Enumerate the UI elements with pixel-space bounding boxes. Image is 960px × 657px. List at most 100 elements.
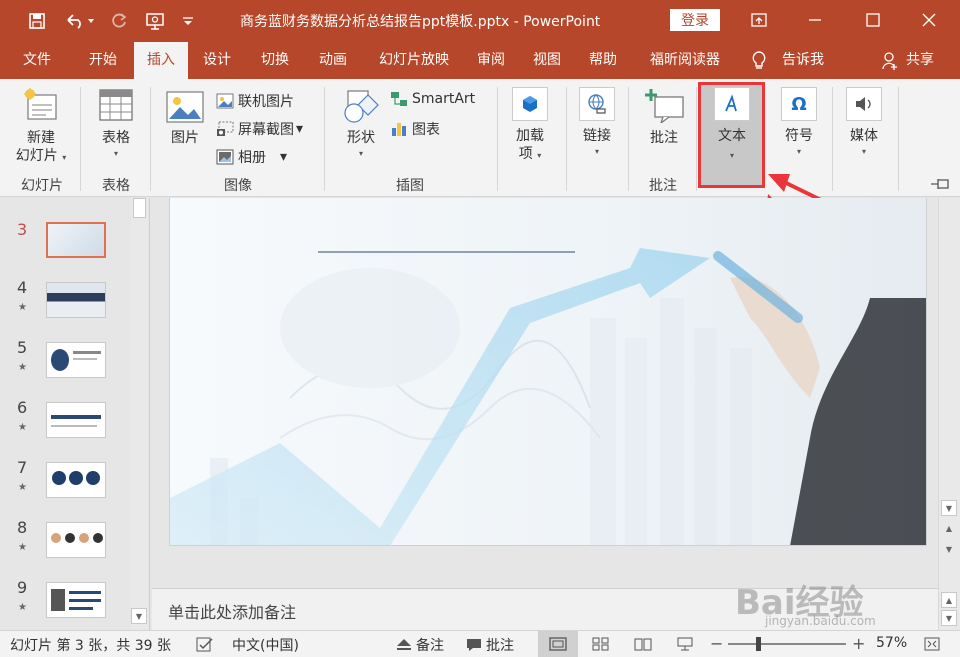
online-picture-button[interactable]: 联机图片 (216, 91, 294, 111)
language-indicator[interactable]: 中文(中国) (232, 635, 299, 655)
login-button[interactable]: 登录 (670, 9, 720, 31)
text-label: 文本 (718, 128, 746, 144)
smartart-button[interactable]: SmartArt (390, 91, 475, 107)
star-icon: ★ (18, 362, 27, 373)
undo-icon[interactable] (62, 9, 98, 33)
zoom-out-icon[interactable]: − (710, 634, 723, 653)
link-label: 链接 (583, 128, 611, 144)
thumbnail-slide-3[interactable]: 3 (8, 220, 148, 264)
star-icon: ★ (18, 602, 27, 613)
table-button[interactable]: 表格 ▾ (90, 89, 142, 159)
album-icon (216, 149, 234, 165)
comment-bubble-icon (467, 639, 481, 651)
close-icon[interactable] (914, 6, 944, 34)
maximize-icon[interactable] (858, 6, 888, 34)
slide-sorter-icon[interactable] (592, 637, 610, 651)
tab-foxit-reader[interactable]: 福昕阅读器 (636, 42, 734, 79)
text-button[interactable]: 文本 ▾ (706, 87, 758, 161)
media-button[interactable]: 媒体 ▾ (840, 87, 888, 157)
notes-scroll-up-icon[interactable]: ▲ (941, 592, 957, 608)
redo-icon[interactable] (108, 9, 130, 33)
group-tables-label: 表格 (102, 178, 130, 194)
tab-view[interactable]: 视图 (524, 42, 570, 79)
screenshot-icon (217, 121, 234, 136)
tab-help[interactable]: 帮助 (580, 42, 626, 79)
link-button[interactable]: 链接 ▾ (574, 87, 620, 157)
group-illustrations-label: 插图 (396, 178, 424, 194)
symbol-button[interactable]: Ω 符号 ▾ (776, 87, 822, 157)
group-slides-label: 幻灯片 (21, 178, 63, 194)
tab-animations[interactable]: 动画 (306, 42, 360, 79)
speaker-icon (856, 97, 871, 111)
pin-ribbon-icon[interactable] (930, 177, 952, 195)
normal-view-icon[interactable] (538, 631, 578, 657)
tab-insert[interactable]: 插入 (134, 42, 188, 80)
previous-slide-icon[interactable]: ▲ (941, 520, 957, 536)
comment-button[interactable]: 批注 (636, 87, 692, 147)
picture-button[interactable]: 图片 (160, 91, 210, 147)
minimize-icon[interactable] (800, 6, 830, 34)
thumbnail-slide-8[interactable]: 8 ★ (8, 518, 148, 562)
accessibility-icon[interactable] (196, 637, 214, 653)
zoom-slider-thumb[interactable] (756, 637, 761, 651)
presentation-icon[interactable] (143, 9, 169, 33)
comments-button[interactable]: 批注 (466, 635, 514, 655)
tab-review[interactable]: 审阅 (466, 42, 516, 79)
slideshow-icon[interactable] (676, 637, 694, 651)
slide-thumbnail (46, 582, 106, 618)
notes-button[interactable]: 备注 (396, 635, 444, 655)
share-button[interactable]: 共享 (902, 42, 938, 79)
slide-thumbnail (46, 222, 106, 258)
chevron-down-icon: ▾ (113, 149, 118, 158)
customize-toolbar-icon[interactable] (180, 9, 196, 33)
shapes-button[interactable]: 形状 ▾ (334, 89, 388, 159)
album-button[interactable]: 相册 ▾ (216, 147, 287, 167)
table-icon (99, 89, 133, 121)
thumbnail-slide-7[interactable]: 7 ★ (8, 458, 148, 502)
group-images-label: 图像 (224, 178, 252, 194)
thumbnail-slide-6[interactable]: 6 ★ (8, 398, 148, 442)
media-label: 媒体 (850, 128, 878, 144)
tab-slideshow[interactable]: 幻灯片放映 (366, 42, 462, 79)
scrollbar-thumb[interactable] (942, 198, 957, 508)
screenshot-button[interactable]: 屏幕截图 ▾ (216, 119, 303, 139)
lightbulb-icon[interactable] (748, 42, 770, 79)
ribbon-display-icon[interactable] (744, 6, 774, 34)
slide-background-image (170, 198, 926, 545)
tell-me-search[interactable]: 告诉我 (774, 42, 832, 79)
slide-thumbnail (46, 282, 106, 318)
slide-thumbnail (46, 462, 106, 498)
star-icon: ★ (18, 542, 27, 553)
zoom-slider[interactable] (728, 637, 846, 651)
link-icon (588, 94, 606, 114)
new-slide-button[interactable]: 新建 幻灯片 ▾ (8, 87, 74, 165)
scroll-down-icon[interactable]: ▼ (131, 608, 147, 624)
next-slide-icon[interactable]: ▼ (941, 541, 957, 557)
tab-home[interactable]: 开始 (76, 42, 130, 79)
tab-transitions[interactable]: 切换 (248, 42, 302, 79)
thumbnail-slide-9[interactable]: 9 ★ (8, 578, 148, 622)
thumbnail-slide-4[interactable]: 4 ★ (8, 278, 148, 322)
addins-icon (523, 96, 537, 112)
zoom-in-icon[interactable]: + (852, 634, 865, 653)
slide-thumbnail (46, 522, 106, 558)
notes-scroll-down-icon[interactable]: ▼ (941, 610, 957, 626)
thumbnail-scrollbar[interactable]: ▼ (131, 198, 148, 630)
slide-editor[interactable] (169, 198, 927, 546)
reading-view-icon[interactable] (634, 637, 652, 651)
tab-design[interactable]: 设计 (190, 42, 244, 79)
slide-scrollbar[interactable]: ▼ ▲ ▼ ▲ ▼ (938, 198, 960, 630)
new-slide-label-1: 新建 (27, 130, 55, 146)
addins-button[interactable]: 加载 项 ▾ (506, 87, 554, 163)
scrollbar-thumb[interactable] (133, 198, 146, 218)
slide-thumbnail (46, 342, 106, 378)
scroll-down-icon[interactable]: ▼ (941, 500, 957, 516)
title-bar: 商务蓝财务数据分析总结报告ppt模板.pptx - PowerPoint 登录 (0, 0, 960, 42)
share-icon[interactable] (880, 42, 900, 79)
tab-file[interactable]: 文件 (10, 42, 64, 79)
zoom-level[interactable]: 57% (876, 635, 907, 651)
fit-to-window-icon[interactable] (924, 637, 940, 651)
thumbnail-slide-5[interactable]: 5 ★ (8, 338, 148, 382)
save-icon[interactable] (26, 9, 48, 33)
chart-button[interactable]: 图表 (390, 119, 440, 139)
